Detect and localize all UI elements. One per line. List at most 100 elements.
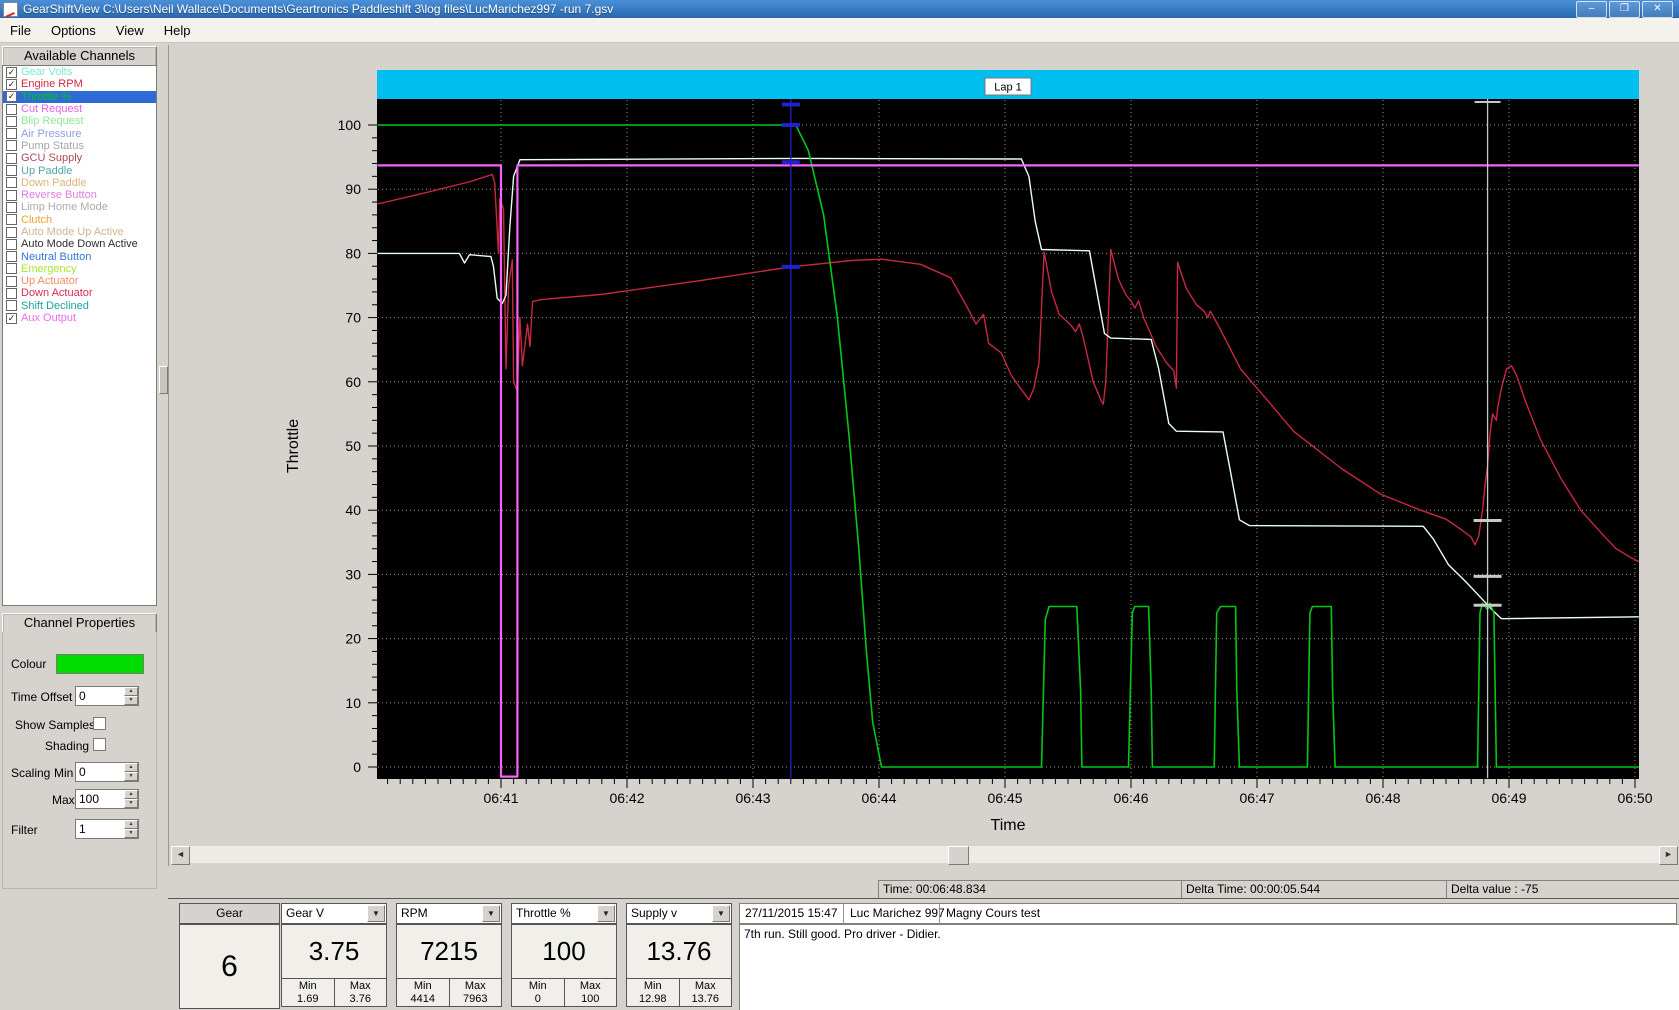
spin-up-icon[interactable]: ▲ xyxy=(124,763,138,772)
channel-checkbox[interactable] xyxy=(6,115,17,127)
scroll-right-icon[interactable]: ► xyxy=(1659,846,1678,865)
restore-button[interactable]: ❐ xyxy=(1609,1,1640,18)
channel-item-up-paddle[interactable]: Up Paddle xyxy=(3,164,156,177)
channel-checkbox[interactable]: ✓ xyxy=(6,312,17,324)
minimize-button[interactable]: – xyxy=(1576,1,1607,18)
channel-item-auto-mode-down-active[interactable]: Auto Mode Down Active xyxy=(3,238,156,250)
channel-label: Auto Mode Down Active xyxy=(21,238,138,251)
channel-item-auto-mode-up-active[interactable]: Auto Mode Up Active xyxy=(3,226,156,238)
colour-swatch[interactable] xyxy=(56,654,144,674)
channel-checkbox[interactable] xyxy=(6,103,17,115)
spin-down-icon[interactable]: ▼ xyxy=(124,696,138,705)
menu-item-view[interactable]: View xyxy=(106,20,154,41)
channel-item-gcu-supply[interactable]: GCU Supply xyxy=(3,152,156,164)
metric-select-supply-v[interactable]: Supply v ▼ xyxy=(626,903,732,924)
y-tick-label: 50 xyxy=(345,438,361,454)
divider xyxy=(939,904,940,923)
channel-checkbox[interactable] xyxy=(6,140,17,152)
channel-item-gear-volts[interactable]: ✓ Gear Volts xyxy=(3,66,156,78)
shading-label: Shading xyxy=(45,739,90,753)
channel-item-clutch[interactable]: Clutch xyxy=(3,214,156,226)
channel-checkbox[interactable] xyxy=(6,128,17,140)
x-axis-title: Time xyxy=(991,817,1026,834)
close-button[interactable]: ✕ xyxy=(1642,1,1673,18)
show-samples-checkbox[interactable] xyxy=(93,717,106,730)
scaling-min-label: Min xyxy=(54,766,74,780)
chevron-down-icon[interactable]: ▼ xyxy=(482,905,500,922)
session-notes[interactable]: 7th run. Still good. Pro driver - Didier… xyxy=(739,924,1679,1010)
channel-checkbox[interactable] xyxy=(6,238,17,250)
channel-checkbox[interactable] xyxy=(6,214,17,226)
spin-down-icon[interactable]: ▼ xyxy=(124,829,138,838)
channel-item-reverse-button[interactable]: Reverse Button xyxy=(3,189,156,201)
channel-checkbox[interactable] xyxy=(6,152,17,164)
spin-down-icon[interactable]: ▼ xyxy=(124,772,138,781)
scaling-min-input[interactable]: 0 ▲ ▼ xyxy=(75,762,139,782)
channel-label: Air Pressure xyxy=(21,127,82,140)
metric-name: Supply v xyxy=(631,906,678,920)
channel-item-emergency[interactable]: Emergency xyxy=(3,263,156,275)
channel-item-engine-rpm[interactable]: ✓ Engine RPM xyxy=(3,78,156,90)
channel-item-blip-request[interactable]: Blip Request xyxy=(3,115,156,127)
channel-checkbox[interactable] xyxy=(6,165,17,177)
channel-label: Neutral Button xyxy=(21,250,92,263)
chevron-down-icon[interactable]: ▼ xyxy=(712,905,730,922)
channel-item-neutral-button[interactable]: Neutral Button xyxy=(3,250,156,263)
channel-checkbox[interactable]: ✓ xyxy=(6,66,17,78)
y-tick-label: 100 xyxy=(338,117,362,133)
channel-checkbox[interactable] xyxy=(6,177,17,189)
metric-select-rpm[interactable]: RPM ▼ xyxy=(396,903,502,924)
channel-checkbox[interactable] xyxy=(6,275,17,287)
channel-checkbox[interactable]: ✓ xyxy=(6,91,17,103)
scroll-left-icon[interactable]: ◄ xyxy=(171,846,190,865)
menu-item-help[interactable]: Help xyxy=(154,20,201,41)
channel-item-aux-output[interactable]: ✓ Aux Output xyxy=(3,312,156,324)
scrollbar-thumb[interactable] xyxy=(948,846,969,865)
menu-item-options[interactable]: Options xyxy=(41,20,106,41)
channels-list[interactable]: ✓ Gear Volts ✓ Engine RPM ✓ Throttle % Cut Req… xyxy=(2,65,157,606)
channel-checkbox[interactable] xyxy=(6,189,17,201)
metric-minmax-throttle-: Min 0 Max 100 xyxy=(511,978,617,1007)
channel-checkbox[interactable] xyxy=(6,201,17,213)
spin-up-icon[interactable]: ▲ xyxy=(124,790,138,799)
channel-checkbox[interactable] xyxy=(6,251,17,263)
shading-checkbox[interactable] xyxy=(93,738,106,751)
channel-checkbox[interactable] xyxy=(6,300,17,312)
x-tick-label: 06:46 xyxy=(1113,790,1148,806)
spin-up-icon[interactable]: ▲ xyxy=(124,687,138,696)
spin-down-icon[interactable]: ▼ xyxy=(124,799,138,808)
filter-input[interactable]: 1 ▲ ▼ xyxy=(75,819,139,839)
metric-max: Max 7963 xyxy=(448,978,502,1007)
channel-item-pump-status[interactable]: Pump Status xyxy=(3,140,156,152)
chevron-down-icon[interactable]: ▼ xyxy=(367,905,385,922)
channel-label: Reverse Button xyxy=(21,189,97,202)
metric-select-throttle-[interactable]: Throttle % ▼ xyxy=(511,903,617,924)
channel-item-air-pressure[interactable]: Air Pressure xyxy=(3,127,156,140)
channel-checkbox[interactable] xyxy=(6,263,17,275)
channel-item-down-paddle[interactable]: Down Paddle xyxy=(3,177,156,189)
channel-item-cut-request[interactable]: Cut Request xyxy=(3,103,156,115)
channel-label: Blip Request xyxy=(21,115,84,128)
app-icon xyxy=(3,1,18,17)
channel-label: Cut Request xyxy=(21,103,83,116)
channel-checkbox[interactable] xyxy=(6,226,17,238)
metric-select-gear-v[interactable]: Gear V ▼ xyxy=(281,903,387,924)
channel-item-throttle-[interactable]: ✓ Throttle % xyxy=(3,90,156,103)
scaling-max-input[interactable]: 100 ▲ ▼ xyxy=(75,789,139,809)
telemetry-chart[interactable]: 0 10 20 30 40 50 60 70 80 90 100 06:41 06:42 06:43 06:… xyxy=(169,45,1679,845)
channel-item-down-actuator[interactable]: Down Actuator xyxy=(3,287,156,299)
horizontal-scrollbar[interactable]: ◄ ► xyxy=(171,846,1678,865)
metric-value-gear-v: 3.75 xyxy=(281,924,387,979)
title-bar[interactable]: GearShiftView C:\Users\Neil Wallace\Docu… xyxy=(0,0,1679,18)
channel-checkbox[interactable] xyxy=(6,287,17,299)
chevron-down-icon[interactable]: ▼ xyxy=(597,905,615,922)
splitter-grip[interactable] xyxy=(159,366,168,394)
channel-item-limp-home-mode[interactable]: Limp Home Mode xyxy=(3,201,156,213)
metric-min: Min 1.69 xyxy=(281,978,335,1007)
channel-checkbox[interactable]: ✓ xyxy=(6,78,17,90)
time-offset-input[interactable]: 0 ▲ ▼ xyxy=(75,686,139,706)
spin-up-icon[interactable]: ▲ xyxy=(124,820,138,829)
channel-item-up-actuator[interactable]: Up Actuator xyxy=(3,275,156,287)
menu-item-file[interactable]: File xyxy=(0,20,41,41)
channel-item-shift-declined[interactable]: Shift Declined xyxy=(3,300,156,312)
